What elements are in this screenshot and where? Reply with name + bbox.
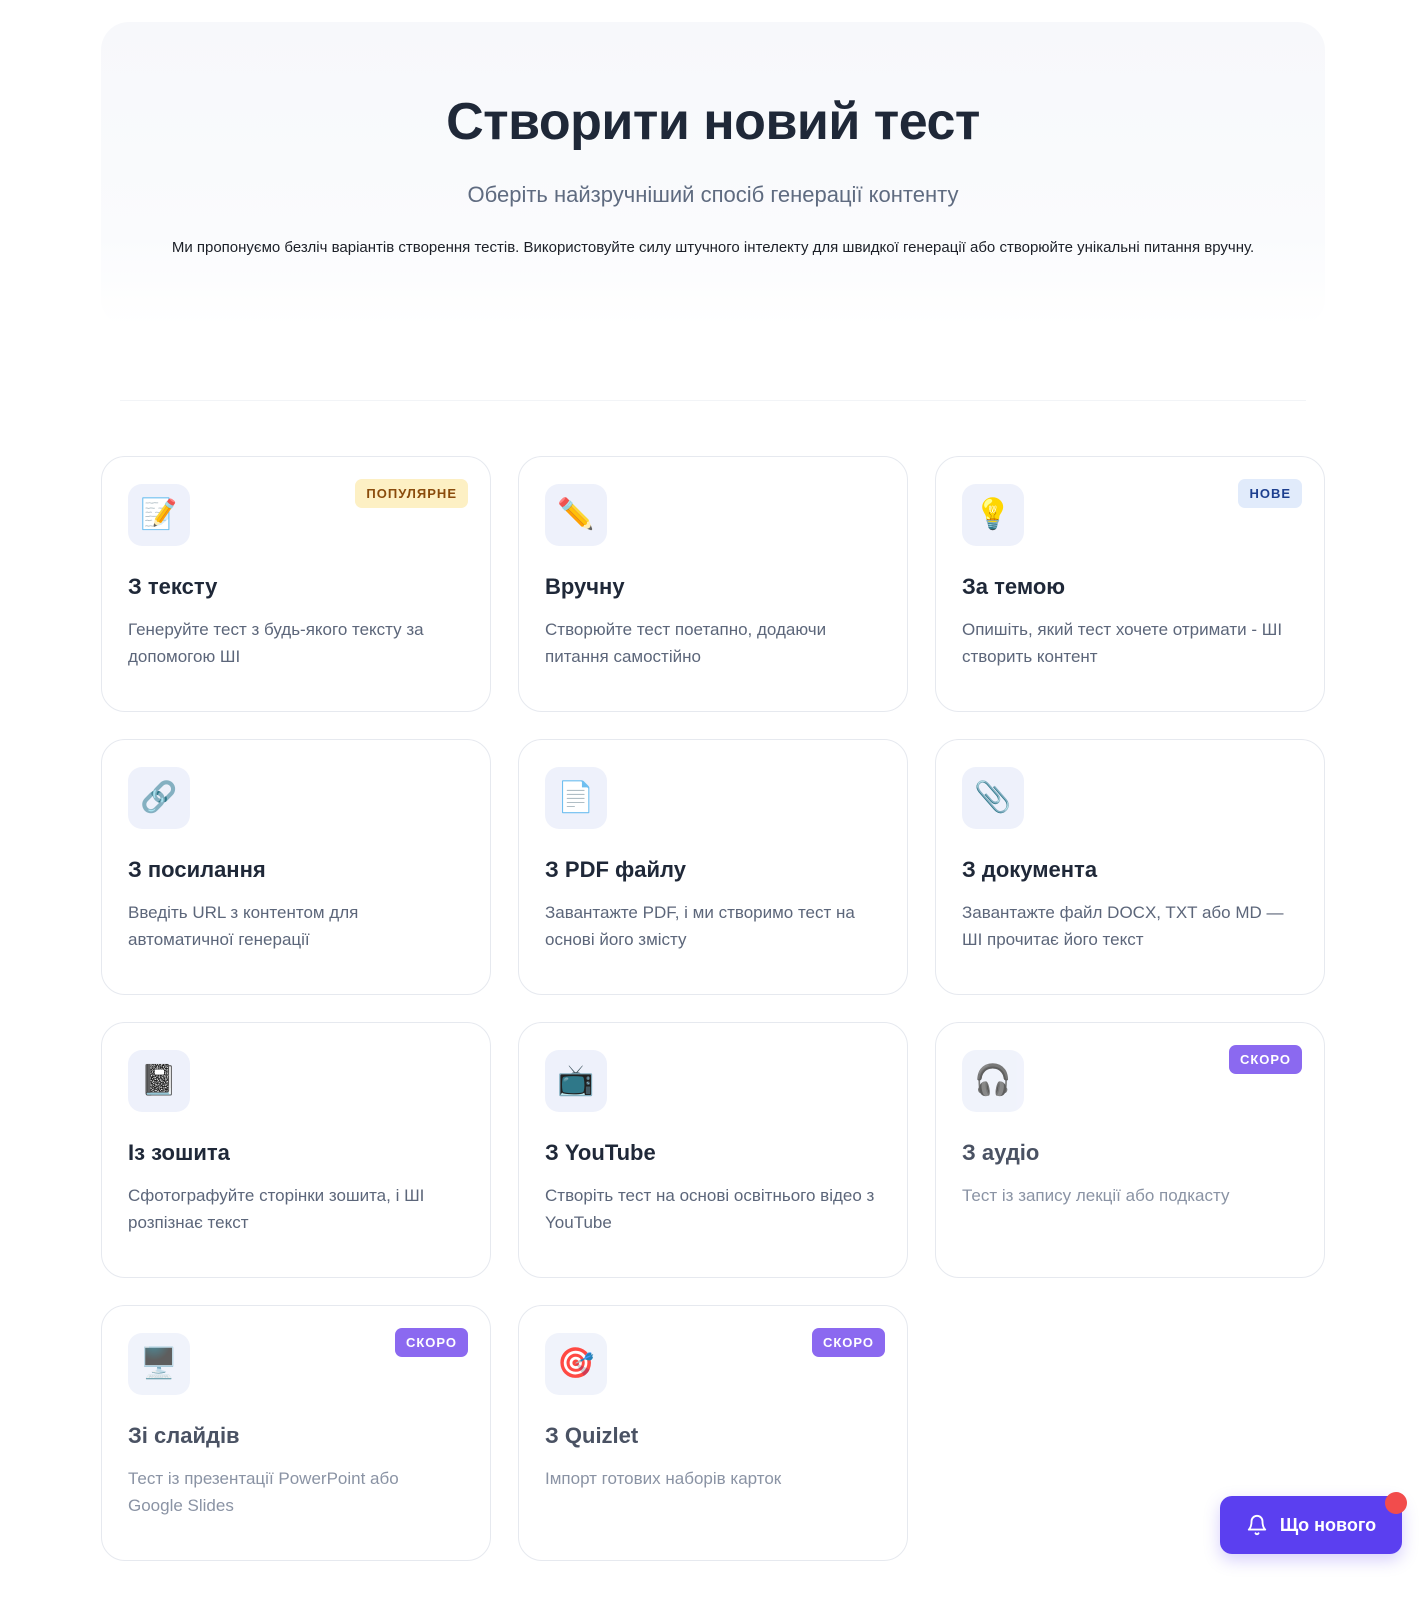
card-title: З PDF файлу	[545, 857, 686, 882]
card-badge: СКОРО	[811, 1328, 885, 1357]
card-title: Із зошита	[128, 1140, 230, 1165]
card-description: Завантажте файл DOCX, TXT або MD — ШІ пр…	[962, 903, 1284, 949]
pencil-icon: ✏️	[545, 484, 607, 546]
card-description: Сфотографуйте сторінки зошита, і ШІ розп…	[128, 1186, 425, 1232]
card-description: Створіть тест на основі освітнього відео…	[545, 1186, 875, 1232]
card-title: З посилання	[128, 857, 266, 882]
card-description: Опишіть, який тест хочете отримати - ШІ …	[962, 620, 1283, 666]
monitor-icon: 🖥️	[128, 1333, 190, 1395]
card-description: Тест із презентації PowerPoint або Googl…	[128, 1469, 399, 1515]
card-description: Імпорт готових наборів карток	[545, 1469, 782, 1488]
card-badge: ПОПУЛЯРНЕ	[355, 479, 468, 508]
method-card-lightbulb[interactable]: 💡 НОВЕ За темою Опишіть, який тест хочет…	[935, 456, 1325, 712]
lightbulb-icon: 💡	[962, 484, 1024, 546]
page-description: Ми пропонуємо безліч варіантів створення…	[171, 239, 1255, 256]
card-description: Генеруйте тест з будь-якого тексту за до…	[128, 620, 424, 666]
memo-icon: 📝	[128, 484, 190, 546]
card-description: Створюйте тест поетапно, додаючи питання…	[545, 620, 827, 666]
card-title: З аудіо	[962, 1140, 1040, 1165]
method-card-document[interactable]: 📄 З PDF файлу Завантажте PDF, і ми створ…	[518, 739, 908, 995]
method-card-pencil[interactable]: ✏️ Вручну Створюйте тест поетапно, додаю…	[518, 456, 908, 712]
method-card-headphones[interactable]: 🎧 СКОРО З аудіо Тест із запису лекції аб…	[935, 1022, 1325, 1278]
document-icon: 📄	[545, 767, 607, 829]
method-card-target[interactable]: 🎯 СКОРО З Quizlet Імпорт готових наборів…	[518, 1305, 908, 1561]
creation-methods-grid: 📝 ПОПУЛЯРНЕ З тексту Генеруйте тест з бу…	[101, 456, 1325, 1561]
page-title: Створити новий тест	[446, 93, 980, 151]
link-icon: 🔗	[128, 767, 190, 829]
card-badge: СКОРО	[394, 1328, 468, 1357]
notebook-icon: 📓	[128, 1050, 190, 1112]
card-badge: НОВЕ	[1238, 479, 1302, 508]
method-card-paperclip[interactable]: 📎 З документа Завантажте файл DOCX, TXT …	[935, 739, 1325, 995]
method-card-notebook[interactable]: 📓 Із зошита Сфотографуйте сторінки зошит…	[101, 1022, 491, 1278]
method-card-television[interactable]: 📺 З YouTube Створіть тест на основі осві…	[518, 1022, 908, 1278]
hero-section: Створити новий тест Оберіть найзручніший…	[101, 22, 1325, 327]
card-title: За темою	[962, 574, 1066, 599]
card-badge: СКОРО	[1228, 1045, 1302, 1074]
card-description: Тест із запису лекції або подкасту	[962, 1186, 1230, 1205]
card-title: Зі слайдів	[128, 1423, 240, 1448]
card-description: Введіть URL з контентом для автоматичної…	[128, 903, 359, 949]
paperclip-icon: 📎	[962, 767, 1024, 829]
card-title: Вручну	[545, 574, 625, 599]
target-icon: 🎯	[545, 1333, 607, 1395]
card-title: З Quizlet	[545, 1423, 639, 1448]
section-divider	[120, 400, 1306, 401]
whats-new-label: Що нового	[1279, 1514, 1377, 1535]
headphones-icon: 🎧	[962, 1050, 1024, 1112]
card-title: З YouTube	[545, 1140, 656, 1165]
method-card-memo[interactable]: 📝 ПОПУЛЯРНЕ З тексту Генеруйте тест з бу…	[101, 456, 491, 712]
method-card-link[interactable]: 🔗 З посилання Введіть URL з контентом дл…	[101, 739, 491, 995]
card-description: Завантажте PDF, і ми створимо тест на ос…	[545, 903, 855, 949]
card-title: З тексту	[128, 574, 218, 599]
card-title: З документа	[962, 857, 1098, 882]
whats-new-button[interactable]: Що нового	[1220, 1496, 1402, 1554]
notification-dot	[1385, 1492, 1407, 1514]
page-subtitle: Оберіть найзручніший спосіб генерації ко…	[467, 182, 959, 207]
bell-icon	[1247, 1515, 1267, 1536]
method-card-monitor[interactable]: 🖥️ СКОРО Зі слайдів Тест із презентації …	[101, 1305, 491, 1561]
television-icon: 📺	[545, 1050, 607, 1112]
